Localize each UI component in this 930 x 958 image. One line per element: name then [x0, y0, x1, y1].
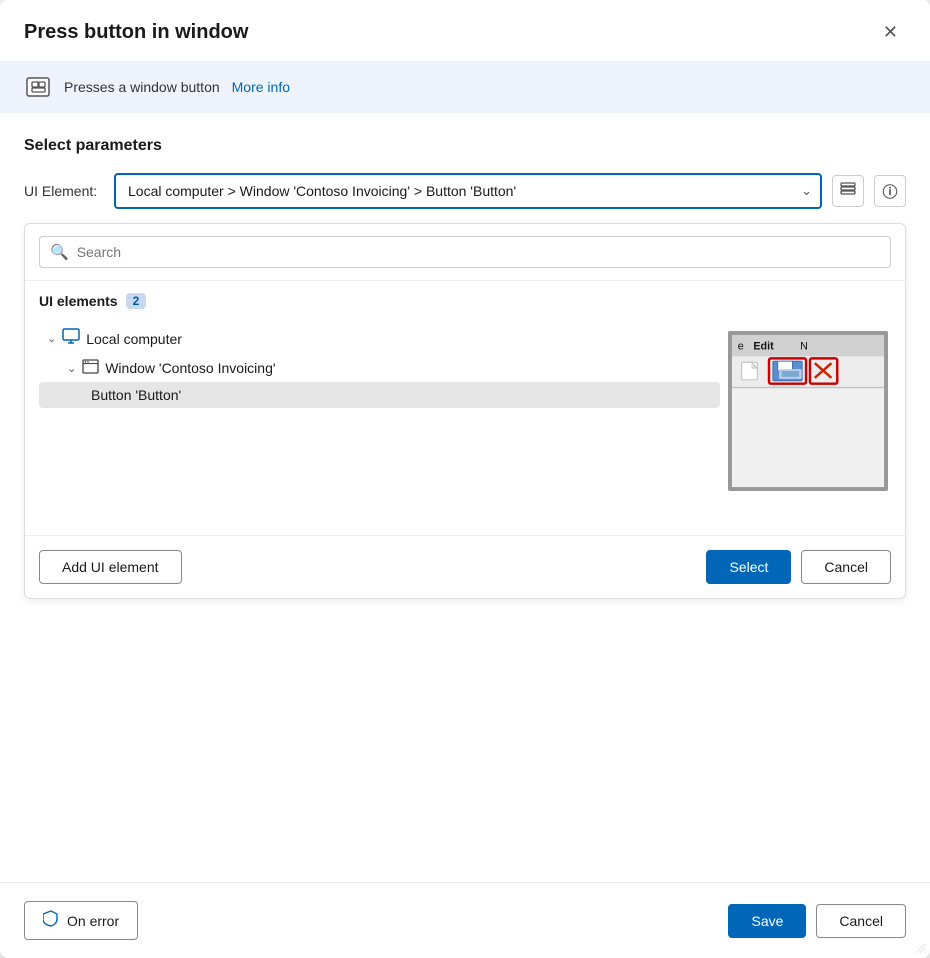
layers-button[interactable] — [832, 175, 864, 207]
preview-pane: e Edit N — [720, 323, 905, 535]
preview-image: e Edit N — [728, 331, 888, 491]
search-wrapper: 🔍 — [39, 236, 891, 268]
svg-text:N: N — [800, 341, 808, 353]
tree-item-local-computer[interactable]: ⌄ Local computer — [39, 323, 720, 354]
cancel-button[interactable]: Cancel — [816, 904, 906, 938]
dialog-title: Press button in window — [24, 21, 248, 44]
monitor-icon — [62, 328, 80, 349]
search-icon: 🔍 — [50, 243, 69, 261]
ui-element-dropdown-wrapper: Local computer > Window 'Contoso Invoici… — [114, 173, 822, 209]
add-ui-element-button[interactable]: Add UI element — [39, 550, 182, 584]
window-label: Window 'Contoso Invoicing' — [105, 360, 275, 376]
ui-element-label: UI Element: — [24, 183, 104, 199]
layers-icon — [839, 180, 857, 203]
ui-element-row: UI Element: Local computer > Window 'Con… — [24, 173, 906, 209]
dialog-header: Press button in window ✕ — [0, 0, 930, 61]
select-button[interactable]: Select — [706, 550, 791, 584]
search-row: 🔍 — [25, 224, 905, 281]
close-button[interactable]: ✕ — [875, 18, 906, 47]
more-info-link[interactable]: More info — [232, 79, 290, 95]
close-icon: ✕ — [883, 22, 898, 43]
dialog-footer: On error Save Cancel — [0, 882, 930, 958]
section-title: Select parameters — [24, 137, 906, 155]
on-error-button[interactable]: On error — [24, 901, 138, 940]
footer-right: Save Cancel — [728, 904, 906, 938]
press-button-icon — [24, 73, 52, 101]
ui-elements-label: UI elements — [39, 293, 118, 309]
local-computer-label: Local computer — [86, 331, 182, 347]
dialog-body: Select parameters UI Element: Local comp… — [0, 113, 930, 882]
info-banner-text: Presses a window button — [64, 79, 220, 95]
on-error-label: On error — [67, 913, 119, 929]
info-icon: ⓘ — [882, 181, 897, 202]
tree-list: ⌄ Local computer ⌄ — [25, 323, 720, 535]
button-label: Button 'Button' — [91, 387, 181, 403]
svg-text:Edit: Edit — [753, 341, 774, 353]
dialog: Press button in window ✕ Presses a windo… — [0, 0, 930, 958]
ui-elements-header: UI elements 2 — [25, 281, 905, 315]
cancel-panel-button[interactable]: Cancel — [801, 550, 891, 584]
svg-text:e: e — [737, 341, 743, 353]
info-button[interactable]: ⓘ — [874, 175, 906, 207]
info-banner: Presses a window button More info — [0, 61, 930, 113]
tree-item-window[interactable]: ⌄ Window 'Contoso Invoicing' — [39, 354, 720, 382]
panel-action-group: Select Cancel — [706, 550, 891, 584]
dropdown-panel: 🔍 UI elements 2 ⌄ — [24, 223, 906, 599]
save-button[interactable]: Save — [728, 904, 806, 938]
preview-canvas: e Edit N — [730, 333, 886, 489]
chevron-down-icon: ⌄ — [47, 332, 56, 345]
resize-handle — [912, 940, 926, 954]
ui-element-dropdown[interactable]: Local computer > Window 'Contoso Invoici… — [114, 173, 822, 209]
chevron-down-icon: ⌄ — [67, 362, 76, 375]
ui-elements-count-badge: 2 — [126, 293, 147, 309]
panel-actions: Add UI element Select Cancel — [25, 535, 905, 598]
shield-icon — [43, 910, 59, 931]
window-icon — [82, 359, 99, 377]
tree-area: ⌄ Local computer ⌄ — [25, 315, 905, 535]
search-input[interactable] — [77, 244, 880, 260]
tree-item-button[interactable]: Button 'Button' — [39, 382, 720, 408]
